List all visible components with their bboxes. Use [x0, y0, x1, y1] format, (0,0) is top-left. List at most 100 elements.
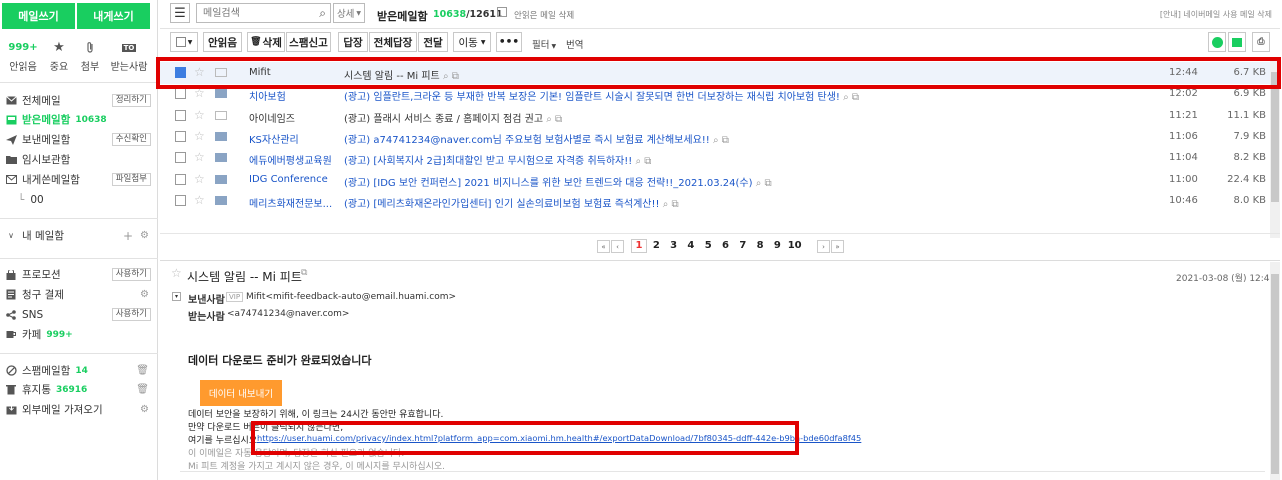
vip-badge[interactable]: VIP — [226, 292, 244, 302]
use-sns-button[interactable]: 사용하기 — [111, 308, 151, 321]
last-page-button[interactable]: » — [831, 240, 844, 253]
export-data-button[interactable]: 데이터 내보내기 — [200, 380, 282, 406]
print-button[interactable]: ⎙ — [1252, 32, 1270, 52]
sidebar-item-sns[interactable]: SNS 사용하기 — [0, 305, 158, 324]
mail-sender[interactable]: 메리츠화재전문보... — [249, 195, 332, 210]
reply-all-button[interactable]: 전체답장 — [369, 32, 417, 52]
star-icon[interactable]: ☆ — [171, 266, 182, 280]
mail-row[interactable]: ☆ KS자산관리 (광고) a74741234@naver.com님 주요보험 보험… — [160, 126, 1270, 148]
gear-icon[interactable]: ⚙ — [140, 230, 149, 241]
scrollbar-thumb[interactable] — [1271, 72, 1279, 202]
detail-search-button[interactable]: 상세 ▼ — [333, 3, 365, 23]
to-value[interactable]: <a74741234@naver.com> — [227, 309, 349, 319]
sidebar-item-billing[interactable]: 청구 결제 ⚙ — [0, 285, 158, 304]
page-4[interactable]: 4 — [683, 240, 699, 251]
write-self-button[interactable]: 내게쓰기 — [77, 3, 150, 29]
plus-icon[interactable]: + — [123, 229, 133, 243]
scrollbar-thumb[interactable] — [1271, 274, 1279, 474]
mail-checkbox[interactable] — [175, 88, 186, 100]
page-9[interactable]: 9 — [769, 240, 785, 251]
attach-file-button[interactable]: 파일첨부 — [111, 173, 151, 186]
report-spam-button[interactable]: 스팸신고 — [286, 32, 331, 52]
menu-button[interactable]: ☰ — [170, 3, 190, 23]
star-icon[interactable]: ☆ — [194, 108, 205, 122]
mail-sender[interactable]: 아이네임즈 — [249, 110, 295, 125]
clock-view-button[interactable] — [1208, 32, 1226, 52]
page-6[interactable]: 6 — [718, 240, 734, 251]
sidebar-item-self[interactable]: 내게쓴메일함 파일첨부 — [0, 170, 158, 189]
page-2[interactable]: 2 — [648, 240, 664, 251]
read-receipt-button[interactable]: 수신확인 — [111, 133, 151, 146]
delete-unread-checkbox[interactable] — [497, 7, 507, 17]
sidebar-item-cafe[interactable]: 카페 999+ — [0, 325, 158, 344]
mail-sender[interactable]: IDG Conference — [249, 174, 328, 185]
sidebar-item-subfolder[interactable]: └ 00 — [0, 190, 158, 209]
mail-sender[interactable]: 치아보험 — [249, 88, 286, 103]
reply-button[interactable]: 답장 — [338, 32, 368, 52]
mail-subject[interactable]: (광고) [메리츠화재온라인가입센터] 인기 실손의료비보험 보험료 즉석계산!… — [344, 195, 1164, 210]
sidebar-item-spam[interactable]: 스팸메일함 14 🗑 — [0, 361, 158, 380]
mail-subject[interactable]: (광고) 임플란트,크라운 등 부재한 반복 보장은 기본! 임플란트 시술시 … — [344, 88, 1164, 103]
sidebar-item-inbox[interactable]: 받은메일함 10638 — [0, 110, 158, 129]
delete-unread-link[interactable]: 안읽은 메일 삭제 — [514, 9, 574, 21]
mail-row[interactable]: ☆ 메리츠화재전문보... (광고) [메리츠화재온라인가입센터] 인기 실손의료비… — [160, 190, 1270, 212]
mail-subject[interactable]: (광고) [사회복지사 2급]최대할인 받고 무시험으로 자격증 취득하자!! … — [344, 152, 1164, 167]
select-all-checkbox[interactable]: ▼ — [170, 32, 198, 52]
filter-button[interactable]: 필터 ▼ — [532, 37, 556, 51]
sidebar-item-sent[interactable]: 보낸메일함 수신확인 — [0, 130, 158, 149]
star-icon[interactable]: ☆ — [194, 193, 205, 207]
trash-small-icon[interactable]: 🗑 — [136, 384, 149, 395]
star-icon[interactable]: ☆ — [194, 129, 205, 143]
write-mail-button[interactable]: 메일쓰기 — [2, 3, 75, 29]
page-3[interactable]: 3 — [666, 240, 682, 251]
delete-button[interactable]: 🗑 삭제 — [247, 32, 285, 52]
mail-checkbox[interactable] — [175, 194, 186, 206]
search-icon[interactable]: ⌕ — [319, 6, 326, 21]
notice-link[interactable]: [안내] 네이버메일 사용 메일 삭제 — [1160, 9, 1272, 20]
page-1[interactable]: 1 — [631, 239, 647, 253]
prev-page-button[interactable]: ‹ — [611, 240, 624, 253]
quick-unread[interactable]: 999+ 안읽음 — [5, 40, 41, 73]
page-5[interactable]: 5 — [700, 240, 716, 251]
reader-scrollbar[interactable] — [1270, 262, 1280, 480]
mail-sender[interactable]: 에듀에버평생교육원 — [249, 152, 332, 167]
page-8[interactable]: 8 — [752, 240, 768, 251]
search-input[interactable] — [197, 4, 307, 22]
mail-row[interactable]: ☆ 에듀에버평생교육원 (광고) [사회복지사 2급]최대할인 받고 무시험으로 자… — [160, 147, 1270, 169]
from-value[interactable]: Mifit<mifit-feedback-auto@email.huami.co… — [246, 292, 456, 302]
mail-sender[interactable]: KS자산관리 — [249, 131, 299, 146]
gear-icon[interactable]: ⚙ — [140, 289, 149, 300]
page-10[interactable]: 10 — [787, 240, 803, 251]
mail-subject[interactable]: (광고) 플래시 서비스 종료 / 홈페이지 점검 권고 ⌕ ⧉ — [344, 110, 1164, 125]
mail-subject[interactable]: (광고) [IDG 보안 컨퍼런스] 2021 비지니스를 위한 보안 트렌드와… — [344, 174, 1164, 189]
organize-button[interactable]: 정리하기 — [111, 94, 151, 107]
mail-subject[interactable]: (광고) a74741234@naver.com님 주요보험 보험사별로 즉시 … — [344, 131, 1164, 146]
quick-attach[interactable]: 첨부 — [72, 40, 108, 73]
sidebar-my-mailbox[interactable]: ∨ 내 메일함 + ⚙ — [0, 226, 158, 245]
mail-checkbox[interactable] — [175, 109, 186, 121]
sidebar-item-external[interactable]: 외부메일 가져오기 ⚙ — [0, 400, 158, 419]
mail-checkbox[interactable] — [175, 130, 186, 142]
sidebar-item-promotion[interactable]: 프로모션 사용하기 — [0, 265, 158, 284]
trash-small-icon[interactable]: 🗑 — [136, 365, 149, 376]
mail-row[interactable]: ☆ IDG Conference (광고) [IDG 보안 컨퍼런스] 2021 비… — [160, 169, 1270, 191]
gear-icon[interactable]: ⚙ — [140, 404, 149, 415]
move-button[interactable]: 이동 ▼ — [453, 32, 491, 52]
page-7[interactable]: 7 — [735, 240, 751, 251]
mail-checkbox[interactable] — [175, 173, 186, 185]
star-icon[interactable]: ☆ — [194, 150, 205, 164]
sidebar-item-drafts[interactable]: 임시보관함 — [0, 150, 158, 169]
star-icon[interactable]: ☆ — [194, 172, 205, 186]
next-page-button[interactable]: › — [817, 240, 830, 253]
sidebar-item-trash[interactable]: 휴지통 36916 🗑 — [0, 380, 158, 399]
more-button[interactable]: ••• — [496, 32, 522, 52]
quick-to[interactable]: TO 받는사람 — [108, 40, 150, 73]
sidebar-item-all-mail[interactable]: 전체메일 정리하기 — [0, 91, 158, 110]
use-promotion-button[interactable]: 사용하기 — [111, 268, 151, 281]
expand-toggle[interactable]: ▾ — [172, 292, 181, 301]
first-page-button[interactable]: « — [597, 240, 610, 253]
forward-button[interactable]: 전달 — [418, 32, 448, 52]
mail-row[interactable]: ☆ 아이네임즈 (광고) 플래시 서비스 종료 / 홈페이지 점검 권고 ⌕ ⧉ 11… — [160, 105, 1270, 127]
mark-unread-button[interactable]: 안읽음 — [203, 32, 242, 52]
popup-icon[interactable]: ⧉ — [301, 268, 307, 278]
